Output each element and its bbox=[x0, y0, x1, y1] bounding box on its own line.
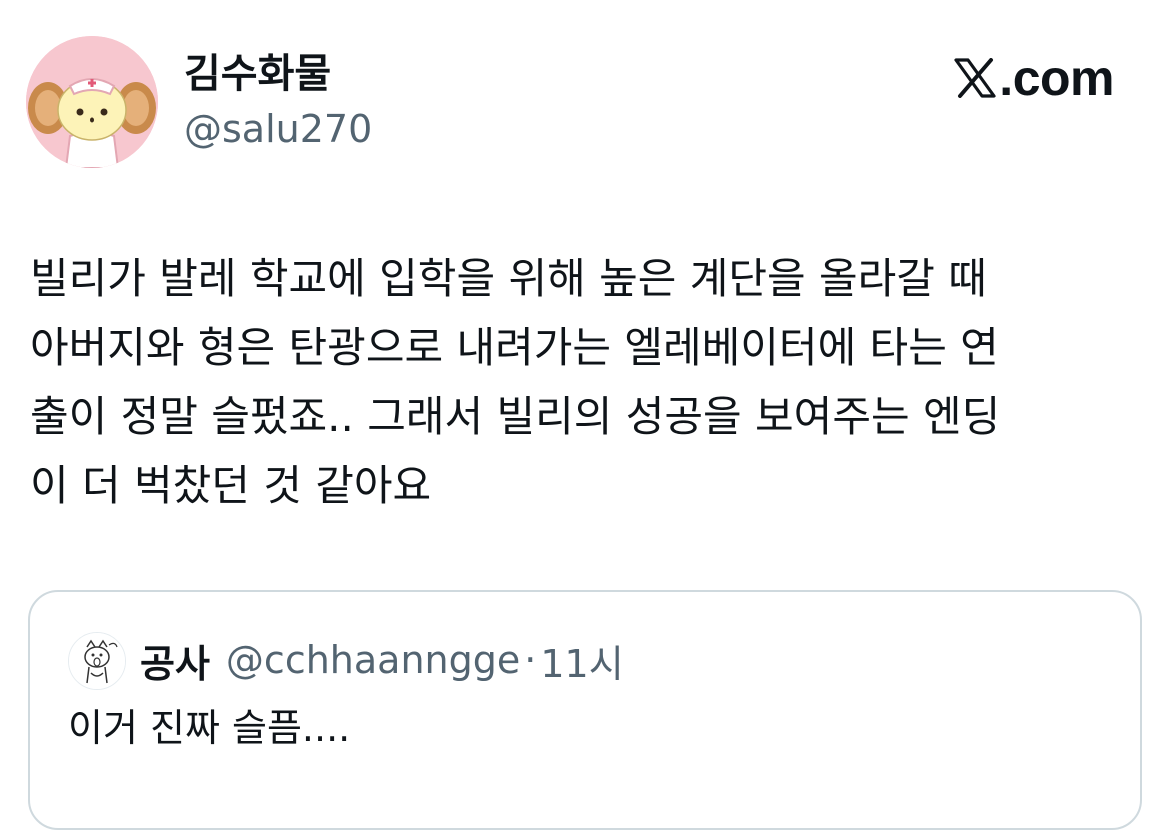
author-avatar[interactable] bbox=[26, 36, 158, 168]
quoted-tweet-text: 이거 진짜 슬픔.... bbox=[68, 706, 351, 750]
nurse-bunny-avatar-icon bbox=[26, 36, 158, 168]
tweet-text-line: 아버지와 형은 탄광으로 내려가는 엘레베이터에 타는 연 bbox=[30, 323, 999, 372]
quoted-author-avatar[interactable] bbox=[68, 632, 126, 690]
author-handle[interactable]: @salu270 bbox=[184, 106, 372, 152]
separator-dot: · bbox=[524, 638, 537, 682]
brand-watermark: .com bbox=[953, 50, 1114, 106]
author-display-name[interactable]: 김수화물 bbox=[184, 50, 331, 98]
quoted-author-handle[interactable]: @cchhaanngge bbox=[226, 638, 520, 682]
doodle-creature-avatar-icon bbox=[69, 633, 125, 689]
brand-text: .com bbox=[999, 50, 1114, 106]
quoted-tweet-header: 공사 @cchhaanngge · 11시 bbox=[140, 636, 624, 686]
quoted-tweet-timestamp[interactable]: 11시 bbox=[540, 633, 623, 688]
tweet-text-line: 출이 정말 슬펐죠.. 그래서 빌리의 성공을 보여주는 엔딩 bbox=[30, 392, 1001, 441]
quoted-author-display-name[interactable]: 공사 bbox=[140, 633, 210, 688]
quoted-tweet-card[interactable]: 공사 @cchhaanngge · 11시 이거 진짜 슬픔.... bbox=[28, 590, 1142, 830]
tweet-text-line: 빌리가 발레 학교에 입학을 위해 높은 계단을 올라갈 때 bbox=[30, 254, 987, 303]
tweet-text-line: 이 더 벅찼던 것 같아요 bbox=[30, 461, 432, 510]
tweet-text: 빌리가 발레 학교에 입학을 위해 높은 계단을 올라갈 때 아버지와 형은 탄… bbox=[30, 244, 1140, 520]
x-logo-icon bbox=[954, 58, 996, 98]
